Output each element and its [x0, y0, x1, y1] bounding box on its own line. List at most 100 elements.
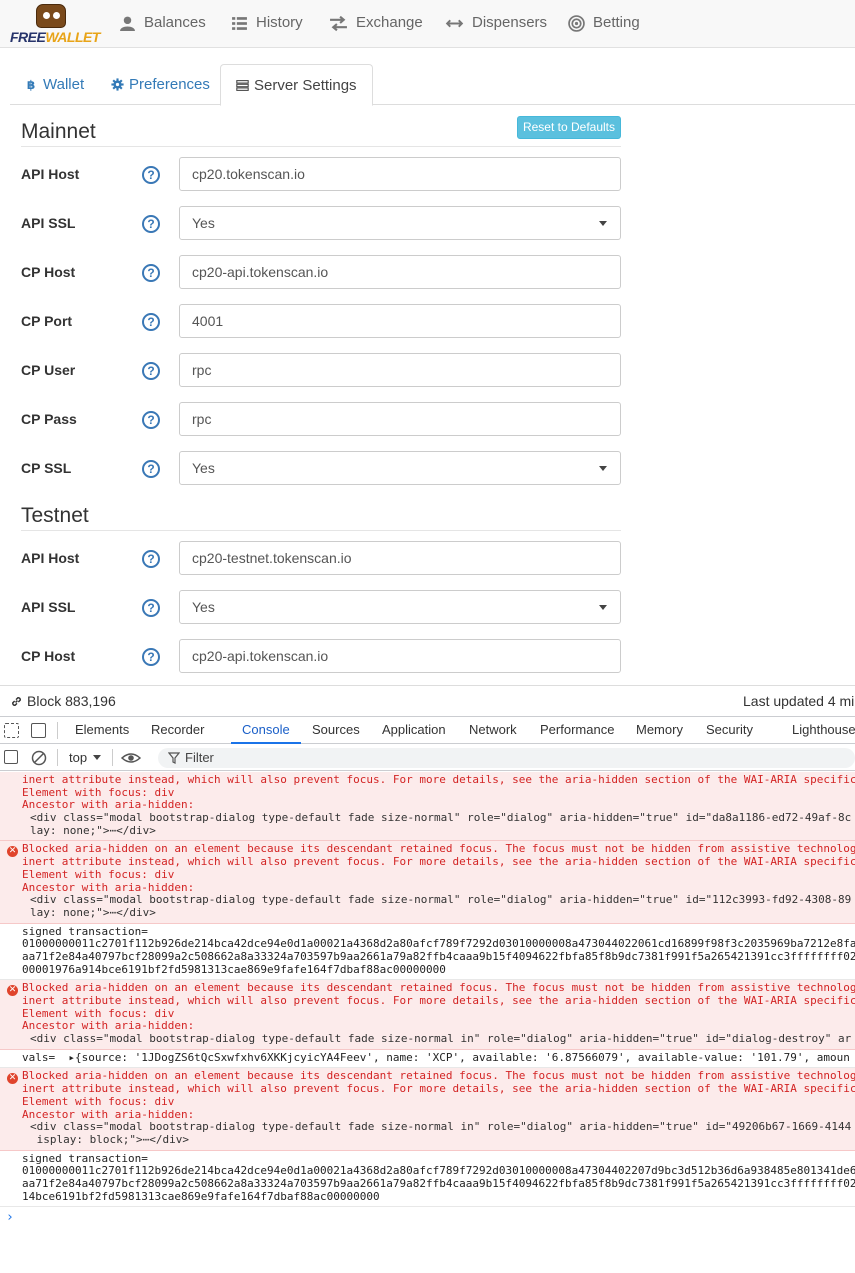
context-selector[interactable]: top — [69, 750, 102, 765]
mainnet-cp-user-input[interactable]: rpc — [179, 353, 621, 387]
devtools-tab-performance[interactable]: Performance — [540, 717, 614, 744]
live-expression-eye-icon[interactable] — [121, 750, 141, 766]
mainnet-cp-ssl-select[interactable]: Yes — [179, 451, 621, 485]
settings-tabs: ฿ Wallet Preferences Server Settings — [10, 64, 855, 106]
dom-node-link[interactable]: <div class="modal bootstrap-dialog type-… — [22, 1121, 855, 1134]
tab-server-settings[interactable]: Server Settings — [220, 64, 373, 106]
device-toolbar-icon[interactable] — [31, 723, 46, 738]
freewallet-logo[interactable]: FREEWALLET — [10, 4, 100, 45]
devtools-tab-recorder[interactable]: Recorder — [151, 717, 204, 744]
mainnet-api-host-input[interactable]: cp20.tokenscan.io — [179, 157, 621, 191]
clear-console-icon[interactable] — [31, 750, 47, 766]
console-line: inert attribute instead, which will also… — [22, 774, 855, 786]
user-icon — [120, 16, 135, 31]
help-icon[interactable]: ? — [142, 648, 160, 666]
console-line: inert attribute instead, which will also… — [22, 1083, 855, 1096]
help-icon[interactable]: ? — [142, 362, 160, 380]
nav-item-balances[interactable]: Balances — [119, 0, 206, 46]
console-prompt[interactable]: › — [0, 1207, 855, 1229]
filter-placeholder: Filter — [185, 750, 214, 765]
mainnet-divider — [21, 146, 621, 147]
console-line: aa71f2e84a40797bcf28099a2c508662a8a33324… — [22, 1177, 855, 1190]
testnet-cp-host-input[interactable]: cp20-api.tokenscan.io — [179, 639, 621, 673]
tab-label: Preferences — [129, 76, 210, 93]
console-line: lay: none;">⋯</div> — [30, 906, 156, 919]
help-icon[interactable]: ? — [142, 599, 160, 617]
devtools-tab-sources[interactable]: Sources — [312, 717, 360, 744]
object-preview[interactable]: vals= ▸{source: '1JDogZS6tQcSxwfxhv6XKKj… — [22, 1052, 855, 1065]
nav-item-label: Dispensers — [472, 14, 548, 31]
testnet-api-ssl-select[interactable]: Yes — [179, 590, 621, 624]
reset-to-defaults-button[interactable]: Reset to Defaults — [517, 116, 621, 139]
mainnet-cp-ssl-label: CP SSL — [21, 460, 72, 476]
mainnet-cp-pass-input[interactable]: rpc — [179, 402, 621, 436]
console-line: isplay: block;">⋯</div> — [30, 1133, 189, 1146]
error-icon: ✕ — [7, 846, 18, 858]
console-line: 00001976a914bce6191bf2fd5981313cae869e9f… — [22, 963, 446, 976]
sidebar-toggle-icon[interactable] — [4, 750, 18, 764]
nav-item-history[interactable]: History — [231, 0, 303, 46]
dom-node-link[interactable]: <div class="modal bootstrap-dialog type-… — [22, 1033, 855, 1046]
console-line: 01000000011c2701f112b926de214bca42dce94e… — [22, 1165, 855, 1178]
console-error-message: inert attribute instead, which will also… — [0, 772, 855, 842]
console-line: Ancestor with aria-hidden: — [22, 1020, 195, 1033]
testnet-api-host-label: API Host — [21, 550, 80, 566]
context-selector-label: top — [69, 750, 88, 765]
help-icon[interactable]: ? — [142, 313, 160, 331]
console-line: Element with focus: div — [22, 868, 175, 881]
prompt-chevron-icon: › — [6, 1210, 14, 1226]
help-icon[interactable]: ? — [142, 264, 160, 282]
nav-item-exchange[interactable]: Exchange — [329, 0, 423, 46]
dom-node-link[interactable]: <div class="modal bootstrap-dialog type-… — [22, 812, 855, 825]
devtools-tab-application[interactable]: Application — [382, 717, 446, 744]
nav-item-label: Betting — [593, 14, 640, 31]
devtools-tab-security[interactable]: Security — [706, 717, 753, 744]
mainnet-api-ssl-label: API SSL — [21, 215, 76, 231]
devtools-tab-bar: Elements Recorder Console Sources Applic… — [0, 717, 855, 744]
console-log-message: signed transaction= 01000000011c2701f112… — [0, 1151, 855, 1208]
link-icon — [12, 696, 21, 706]
tab-label: Wallet — [43, 76, 85, 93]
tab-preferences[interactable]: Preferences — [96, 64, 225, 105]
help-icon[interactable]: ? — [142, 166, 160, 184]
devtools-tab-network[interactable]: Network — [469, 717, 517, 744]
mainnet-cp-user-label: CP User — [21, 362, 76, 378]
nav-item-label: History — [256, 14, 303, 31]
devtools-tab-memory[interactable]: Memory — [636, 717, 683, 744]
block-height: Block 883,196 — [10, 693, 116, 709]
divider — [57, 749, 58, 766]
help-icon[interactable]: ? — [142, 460, 160, 478]
help-icon[interactable]: ? — [142, 550, 160, 568]
console-error-message: ✕ Blocked aria-hidden on an element beca… — [0, 1068, 855, 1151]
testnet-api-host-input[interactable]: cp20-testnet.tokenscan.io — [179, 541, 621, 575]
devtools-panel: Elements Recorder Console Sources Applic… — [0, 716, 855, 1272]
server-icon — [236, 79, 249, 91]
nav-item-dispensers[interactable]: Dispensers — [445, 0, 547, 46]
tab-wallet[interactable]: ฿ Wallet — [10, 64, 99, 105]
block-height-text: Block 883,196 — [27, 693, 116, 709]
console-line: aa71f2e84a40797bcf28099a2c508662a8a33324… — [22, 950, 855, 963]
mainnet-cp-port-input[interactable]: 4001 — [179, 304, 621, 338]
inspect-element-icon[interactable] — [4, 723, 19, 738]
logo-text: FREEWALLET — [10, 29, 100, 45]
devtools-tab-elements[interactable]: Elements — [75, 717, 129, 744]
nav-item-betting[interactable]: Betting — [568, 0, 640, 46]
devtools-tab-console[interactable]: Console — [231, 717, 301, 744]
help-icon[interactable]: ? — [142, 215, 160, 233]
filter-icon — [168, 752, 180, 764]
help-icon[interactable]: ? — [142, 411, 160, 429]
nav-item-label: Balances — [144, 14, 206, 31]
nav-item-label: Exchange — [356, 14, 423, 31]
testnet-heading: Testnet — [21, 504, 89, 527]
devtools-tab-lighthouse[interactable]: Lighthouse — [792, 717, 855, 744]
gear-icon — [111, 78, 124, 91]
console-line: 01000000011c2701f112b926de214bca42dce94e… — [22, 938, 855, 951]
testnet-cp-host-label: CP Host — [21, 648, 76, 664]
last-updated-text: Last updated 4 mi — [743, 693, 855, 709]
mainnet-api-ssl-select[interactable]: Yes — [179, 206, 621, 240]
top-navbar: FREEWALLET Balances History Exchange Dis… — [0, 0, 855, 48]
console-filter-input[interactable]: Filter — [158, 748, 855, 768]
mainnet-cp-host-input[interactable]: cp20-api.tokenscan.io — [179, 255, 621, 289]
testnet-api-ssl-label: API SSL — [21, 599, 76, 615]
dom-node-link[interactable]: <div class="modal bootstrap-dialog type-… — [22, 894, 855, 907]
